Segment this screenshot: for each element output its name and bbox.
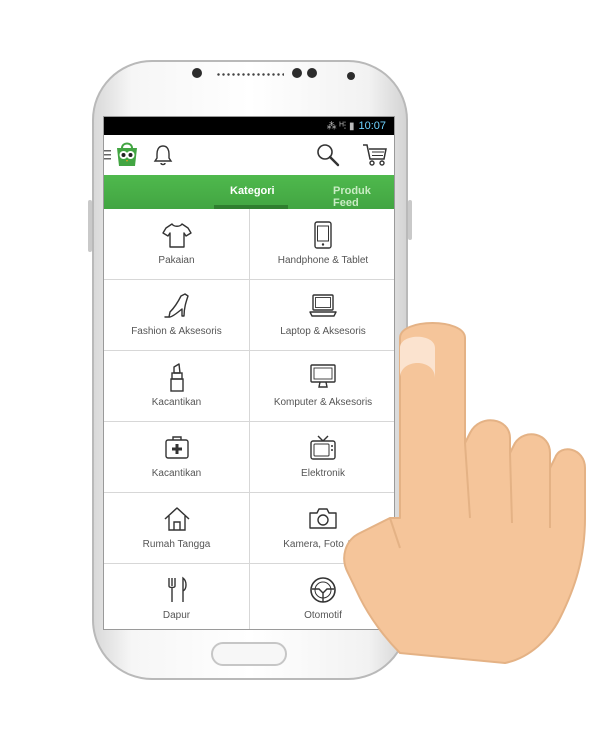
proximity-sensor-icon <box>347 72 355 80</box>
app-logo-icon[interactable] <box>114 140 140 168</box>
category-label: Handphone & Tablet <box>277 255 369 266</box>
fork-knife-icon <box>167 576 187 602</box>
high-heel-icon <box>163 293 189 318</box>
category-item-handphone[interactable]: Handphone & Tablet <box>250 209 394 280</box>
phone-icon <box>314 221 332 249</box>
category-item-rumah-tangga[interactable]: Rumah Tangga <box>104 493 250 564</box>
home-button[interactable] <box>211 642 287 666</box>
menu-icon[interactable] <box>104 149 112 161</box>
category-label: Rumah Tangga <box>142 539 211 550</box>
shirt-icon <box>161 223 192 248</box>
category-label: Kacantikan <box>151 468 202 479</box>
tab-kategori[interactable]: Kategori <box>230 185 275 197</box>
speaker-grille <box>216 72 284 77</box>
category-label: Dapur <box>162 610 191 621</box>
volume-button <box>88 200 92 252</box>
tab-produk-feed[interactable]: Produk Feed <box>333 185 394 209</box>
medical-kit-icon <box>164 436 189 459</box>
category-label: Kacantikan <box>151 397 202 408</box>
category-item-fashion[interactable]: Fashion & Aksesoris <box>104 280 250 351</box>
search-icon[interactable] <box>316 143 340 167</box>
category-label: Pakaian <box>158 255 195 266</box>
status-icons: ⁂ ᴴ⫶ ▮ <box>326 120 355 132</box>
laptop-icon <box>309 294 337 317</box>
bell-icon[interactable] <box>153 144 173 166</box>
status-bar: ⁂ ᴴ⫶ ▮ 10:07 <box>104 117 394 135</box>
status-time: 10:07 <box>358 120 386 132</box>
category-item-kesehatan[interactable]: Kacantikan <box>104 422 250 493</box>
lipstick-icon <box>169 363 184 392</box>
house-icon <box>163 507 190 531</box>
sensor-icon <box>292 68 302 78</box>
category-item-dapur[interactable]: Dapur <box>104 564 250 629</box>
app-bar <box>104 135 394 175</box>
category-label: Fashion & Aksesoris <box>131 326 222 337</box>
category-item-pakaian[interactable]: Pakaian <box>104 209 250 280</box>
tab-bar: Kategori Produk Feed <box>104 175 394 209</box>
sensor-icon-2 <box>307 68 317 78</box>
front-camera-icon <box>192 68 202 78</box>
power-button <box>408 200 412 240</box>
category-item-kecantikan[interactable]: Kacantikan <box>104 351 250 422</box>
pointing-hand-icon <box>343 322 586 664</box>
cart-icon[interactable] <box>362 143 388 167</box>
